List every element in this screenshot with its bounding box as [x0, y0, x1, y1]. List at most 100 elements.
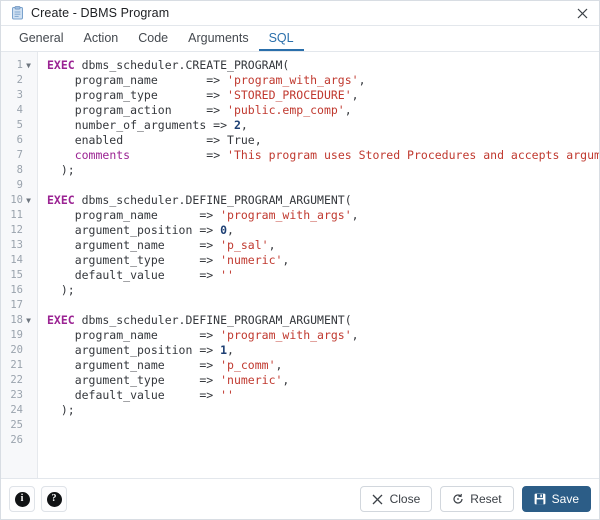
gutter-line: 19 — [1, 328, 37, 343]
gutter-line: 25 — [1, 418, 37, 433]
code-line[interactable]: argument_position => 1, — [47, 343, 599, 358]
token-punc: , — [240, 118, 248, 132]
code-content[interactable]: EXEC dbms_scheduler.CREATE_PROGRAM( prog… — [38, 52, 599, 478]
line-number: 1 — [16, 59, 23, 71]
line-number: 13 — [10, 239, 23, 251]
line-number: 15 — [10, 269, 23, 281]
token-kw: EXEC — [47, 58, 75, 72]
line-number: 10 — [10, 194, 23, 206]
token-punc: , — [227, 223, 234, 237]
token-str: 'numeric' — [220, 373, 283, 387]
reset-icon — [452, 493, 464, 505]
token-str: 'p_sal' — [220, 238, 269, 252]
code-line[interactable]: comments => 'This program uses Stored Pr… — [47, 148, 599, 163]
line-number: 3 — [16, 89, 23, 101]
title-bar: Create - DBMS Program — [1, 1, 599, 26]
line-number: 4 — [16, 104, 23, 116]
code-line[interactable] — [47, 298, 599, 313]
token-kw: EXEC — [47, 193, 75, 207]
gutter-line: 26 — [1, 433, 37, 448]
code-line[interactable]: program_name => 'program_with_args', — [47, 73, 599, 88]
line-number: 11 — [10, 209, 23, 221]
line-number-gutter: 1 ▼ 2 3 4 5 6 7 8 9 10 ▼ 11 12 13 14 15 16 17 18 ▼ 19 20 21 22 23… — [1, 52, 38, 478]
token-punc: , — [275, 358, 283, 372]
code-line[interactable]: ); — [47, 283, 599, 298]
tab-sql[interactable]: SQL — [258, 26, 304, 51]
gutter-line: 23 — [1, 388, 37, 403]
token-punc: , — [268, 238, 276, 252]
token-op: => — [199, 223, 221, 237]
token-arg — [130, 148, 206, 162]
token-punc: ); — [47, 283, 75, 297]
token-num: 0 — [220, 223, 228, 237]
tab-code[interactable]: Code — [128, 26, 178, 51]
fold-chevron-down-icon[interactable]: ▼ — [23, 313, 34, 328]
gutter-line: 24 — [1, 403, 37, 418]
gutter-line: 5 — [1, 118, 37, 133]
code-line[interactable] — [47, 178, 599, 193]
gutter-line: 11 — [1, 208, 37, 223]
code-line[interactable]: number_of_arguments => 2, — [47, 118, 599, 133]
token-str: 'p_comm' — [220, 358, 276, 372]
token-arg: program_type — [47, 88, 207, 102]
tab-action[interactable]: Action — [73, 26, 128, 51]
token-str: 'program_with_args' — [227, 73, 359, 87]
sql-editor[interactable]: 1 ▼ 2 3 4 5 6 7 8 9 10 ▼ 11 12 13 14 15 16 17 18 ▼ 19 20 21 22 23… — [1, 52, 599, 479]
token-arg: program_name — [47, 208, 200, 222]
close-button[interactable]: Close — [359, 486, 433, 512]
code-line[interactable]: EXEC dbms_scheduler.DEFINE_PROGRAM_ARGUM… — [47, 313, 599, 328]
tab-arguments[interactable]: Arguments — [178, 26, 258, 51]
code-line[interactable]: default_value => '' — [47, 268, 599, 283]
token-op: => — [199, 268, 221, 282]
line-number: 25 — [10, 419, 23, 431]
token-punc: , — [282, 373, 290, 387]
gutter-line: 10 ▼ — [1, 193, 37, 208]
token-arg: program_action — [47, 103, 207, 117]
token-arg: argument_position — [47, 343, 200, 357]
code-line[interactable]: EXEC dbms_scheduler.DEFINE_PROGRAM_ARGUM… — [47, 193, 599, 208]
code-line[interactable]: argument_type => 'numeric', — [47, 253, 599, 268]
dialog-footer: i ? Close Reset Save — [1, 479, 599, 519]
help-button[interactable]: ? — [41, 486, 67, 512]
code-line[interactable]: EXEC dbms_scheduler.CREATE_PROGRAM( — [47, 58, 599, 73]
line-number: 6 — [16, 134, 23, 146]
code-line[interactable]: argument_type => 'numeric', — [47, 373, 599, 388]
tab-general[interactable]: General — [9, 26, 73, 51]
token-punc: , — [344, 103, 352, 117]
token-arg: number_of_arguments — [47, 118, 214, 132]
reset-button[interactable]: Reset — [440, 486, 514, 512]
gutter-line: 9 — [1, 178, 37, 193]
code-line[interactable]: enabled => True, — [47, 133, 599, 148]
code-line[interactable]: program_action => 'public.emp_comp', — [47, 103, 599, 118]
line-number: 21 — [10, 359, 23, 371]
line-number: 8 — [16, 164, 23, 176]
close-icon[interactable] — [571, 3, 593, 23]
save-button[interactable]: Save — [521, 486, 591, 512]
code-line[interactable]: ); — [47, 163, 599, 178]
code-line[interactable]: default_value => '' — [47, 388, 599, 403]
code-line[interactable]: ); — [47, 403, 599, 418]
fold-chevron-down-icon[interactable]: ▼ — [23, 193, 34, 208]
fold-chevron-down-icon[interactable]: ▼ — [23, 58, 34, 73]
token-arg: argument_type — [47, 253, 200, 267]
code-line[interactable]: argument_name => 'p_sal', — [47, 238, 599, 253]
info-button[interactable]: i — [9, 486, 35, 512]
token-op: => — [213, 118, 234, 132]
token-str: 'This program uses Stored Procedures and… — [227, 148, 599, 162]
info-icon: i — [14, 491, 30, 507]
code-line[interactable] — [47, 433, 599, 448]
code-line[interactable]: program_name => 'program_with_args', — [47, 208, 599, 223]
code-line[interactable]: program_name => 'program_with_args', — [47, 328, 599, 343]
token-op: => — [206, 73, 228, 87]
token-op: => — [206, 133, 228, 147]
token-op: => — [199, 253, 221, 267]
code-line[interactable]: argument_name => 'p_comm', — [47, 358, 599, 373]
code-line[interactable]: argument_position => 0, — [47, 223, 599, 238]
token-punc: , — [227, 343, 234, 357]
token-arg: program_name — [47, 328, 200, 342]
code-line[interactable]: program_type => 'STORED_PROCEDURE', — [47, 88, 599, 103]
code-line[interactable] — [47, 418, 599, 433]
token-punc: ); — [47, 163, 75, 177]
gutter-line: 21 — [1, 358, 37, 373]
gutter-line: 6 — [1, 133, 37, 148]
